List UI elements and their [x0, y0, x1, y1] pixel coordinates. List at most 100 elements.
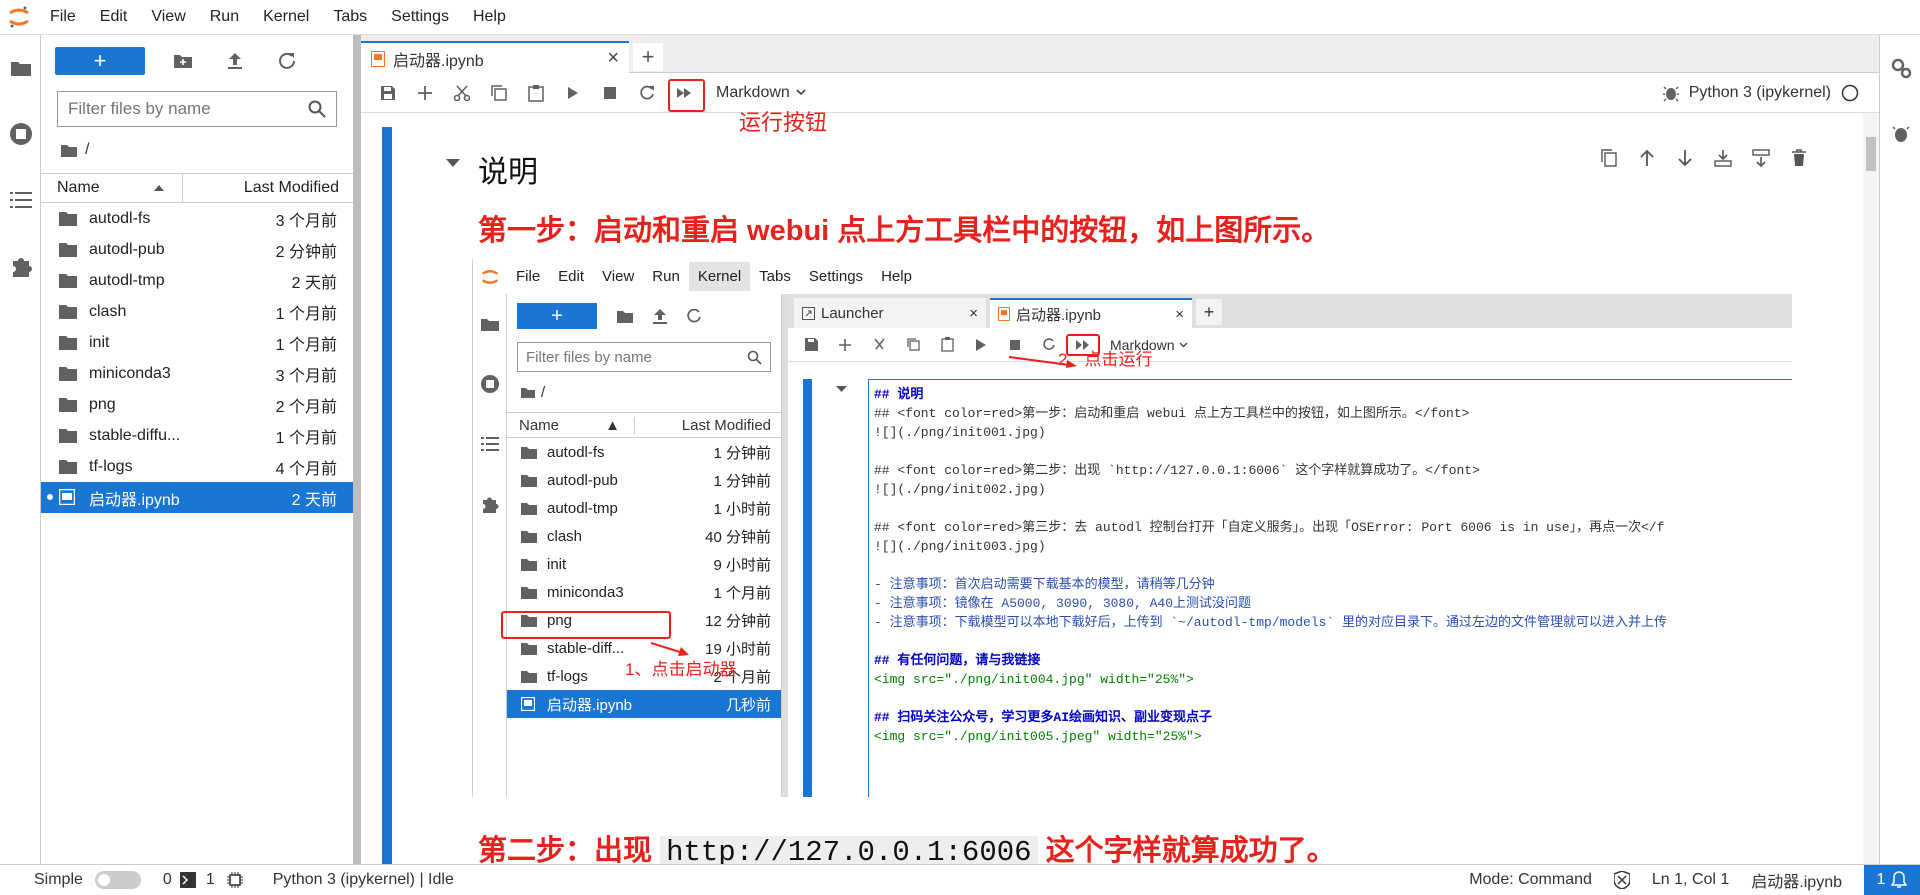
copy-icon[interactable] — [480, 78, 517, 108]
new-launcher-button[interactable]: + — [55, 47, 145, 75]
file-row[interactable]: init 1 个月前 — [41, 327, 353, 358]
toc-icon[interactable] — [0, 167, 41, 233]
file-name: autodl-tmp — [547, 499, 618, 517]
file-row[interactable]: autodl-pub 2 分钟前 — [41, 234, 353, 265]
markdown-cell[interactable]: 说明 第一步：启动和重启 webui 点上方工具栏中的按钮，如上图所示。 Fil… — [446, 129, 1832, 864]
file-name: 启动器.ipynb — [89, 491, 180, 509]
running-icon[interactable] — [0, 101, 41, 167]
menu-view[interactable]: View — [139, 8, 197, 26]
kernel-name[interactable]: Python 3 (ipykernel) — [1689, 84, 1831, 102]
breadcrumb[interactable]: / — [41, 127, 353, 173]
debugger-icon[interactable] — [1662, 84, 1679, 102]
markdown-line — [874, 442, 1792, 461]
screenshot-menu-item: Settings — [808, 268, 864, 285]
menu-file[interactable]: File — [38, 8, 88, 26]
debugger-icon[interactable] — [1880, 101, 1920, 167]
panel-splitter[interactable] — [353, 35, 361, 864]
screenshot-breadcrumb: / — [507, 372, 781, 412]
new-folder-icon[interactable] — [157, 47, 209, 75]
file-row[interactable]: 启动器.ipynb 2 天前 — [41, 482, 353, 513]
menu-edit[interactable]: Edit — [88, 8, 140, 26]
insert-above-icon[interactable] — [1710, 145, 1736, 171]
screenshot-menu-item: File — [516, 268, 541, 285]
menu-run[interactable]: Run — [198, 8, 251, 26]
scrollbar-thumb[interactable] — [1866, 137, 1876, 171]
stop-icon[interactable] — [591, 78, 628, 108]
restart-icon[interactable] — [628, 78, 665, 108]
simple-mode-toggle[interactable] — [94, 870, 141, 889]
close-icon: × — [1175, 305, 1184, 323]
move-down-icon[interactable] — [1672, 145, 1698, 171]
refresh-icon[interactable] — [261, 47, 313, 75]
click-run-annotation: 2、点击运行 — [1058, 350, 1153, 369]
modified-column-header[interactable]: Last Modified — [183, 179, 353, 197]
add-tab-button[interactable]: + — [633, 43, 663, 71]
file-modified: 1 个月前 — [275, 305, 337, 323]
file-row[interactable]: stable-diffu... 1 个月前 — [41, 420, 353, 451]
folder-icon — [59, 304, 85, 319]
file-row[interactable]: autodl-fs 3 个月前 — [41, 203, 353, 234]
menu-settings[interactable]: Settings — [379, 8, 461, 26]
save-icon[interactable] — [369, 78, 406, 108]
run-icon[interactable] — [554, 78, 591, 108]
property-inspector-icon[interactable] — [1880, 35, 1920, 101]
notebook-toolbar: Markdown Python 3 (ipykernel) — [361, 73, 1879, 113]
kernel-status[interactable]: Python 3 (ipykernel) | Idle — [273, 871, 454, 889]
insert-below-icon[interactable] — [1748, 145, 1774, 171]
collapse-caret-icon — [836, 386, 847, 392]
vertical-scrollbar[interactable] — [1863, 113, 1879, 864]
menu-tabs[interactable]: Tabs — [321, 8, 379, 26]
folder-icon — [59, 366, 85, 381]
file-row[interactable]: autodl-tmp 2 天前 — [41, 265, 353, 296]
active-cell-bar[interactable] — [382, 127, 392, 864]
kernel-count[interactable]: 1 — [206, 871, 215, 889]
markdown-line: ## <font color=red>第二步：出现 `http://127.0.… — [874, 463, 1480, 478]
cut-icon[interactable] — [443, 78, 480, 108]
move-up-icon[interactable] — [1634, 145, 1660, 171]
trusted-icon[interactable] — [1613, 870, 1630, 889]
file-row[interactable]: tf-logs 4 个月前 — [41, 451, 353, 482]
breadcrumb-root[interactable]: / — [85, 141, 89, 159]
search-icon — [747, 350, 762, 365]
collapse-caret-icon[interactable] — [446, 159, 460, 167]
screenshot-tab-launcher: Launcher × — [794, 298, 986, 328]
terminal-count[interactable]: 0 — [163, 871, 172, 889]
folder-icon — [521, 530, 541, 543]
paste-icon — [930, 337, 964, 352]
file-row[interactable]: clash 1 个月前 — [41, 296, 353, 327]
folder-icon — [59, 459, 85, 474]
folder-icon[interactable] — [0, 35, 41, 101]
step-one-text: 第一步：启动和重启 webui 点上方工具栏中的按钮，如上图所示。 — [478, 215, 1331, 247]
delete-cell-icon[interactable] — [1786, 145, 1812, 171]
name-column-header[interactable]: Name — [41, 174, 183, 202]
file-modified: 1 分钟前 — [713, 472, 771, 490]
tab-notebook[interactable]: 启动器.ipynb × — [361, 41, 629, 74]
notification-button[interactable]: 1 — [1864, 864, 1920, 895]
screenshot-menu-item: View — [602, 268, 635, 285]
add-tab-icon: + — [1196, 299, 1222, 325]
paste-icon[interactable] — [517, 78, 554, 108]
upload-icon[interactable] — [209, 47, 261, 75]
filter-input[interactable] — [68, 99, 298, 119]
screenshot-file-row: miniconda3 1 个月前 — [507, 578, 781, 606]
folder-icon — [59, 242, 85, 257]
file-modified: 3 个月前 — [275, 212, 337, 230]
file-filter[interactable] — [57, 91, 337, 127]
file-row[interactable]: png 2 个月前 — [41, 389, 353, 420]
cursor-position[interactable]: Ln 1, Col 1 — [1652, 871, 1729, 889]
menu-help[interactable]: Help — [461, 8, 518, 26]
file-row[interactable]: miniconda3 3 个月前 — [41, 358, 353, 389]
markdown-line: ![](./png/init001.jpg) — [874, 425, 1046, 440]
left-sidebar — [0, 35, 41, 864]
close-icon[interactable]: × — [607, 47, 619, 70]
markdown-source: ## 说明 ## <font color=red>第一步：启动和重启 webui … — [868, 379, 1792, 797]
cut-icon — [862, 338, 896, 351]
insert-cell-icon[interactable] — [406, 78, 443, 108]
menu-kernel[interactable]: Kernel — [251, 8, 321, 26]
chevron-down-icon — [796, 89, 806, 96]
duplicate-cell-icon[interactable] — [1596, 145, 1622, 171]
cell-type-select[interactable]: Markdown — [716, 84, 806, 102]
menu-bar: File Edit View Run Kernel Tabs Settings Help — [0, 0, 1920, 35]
extension-icon[interactable] — [0, 233, 41, 299]
folder-icon — [59, 335, 85, 350]
